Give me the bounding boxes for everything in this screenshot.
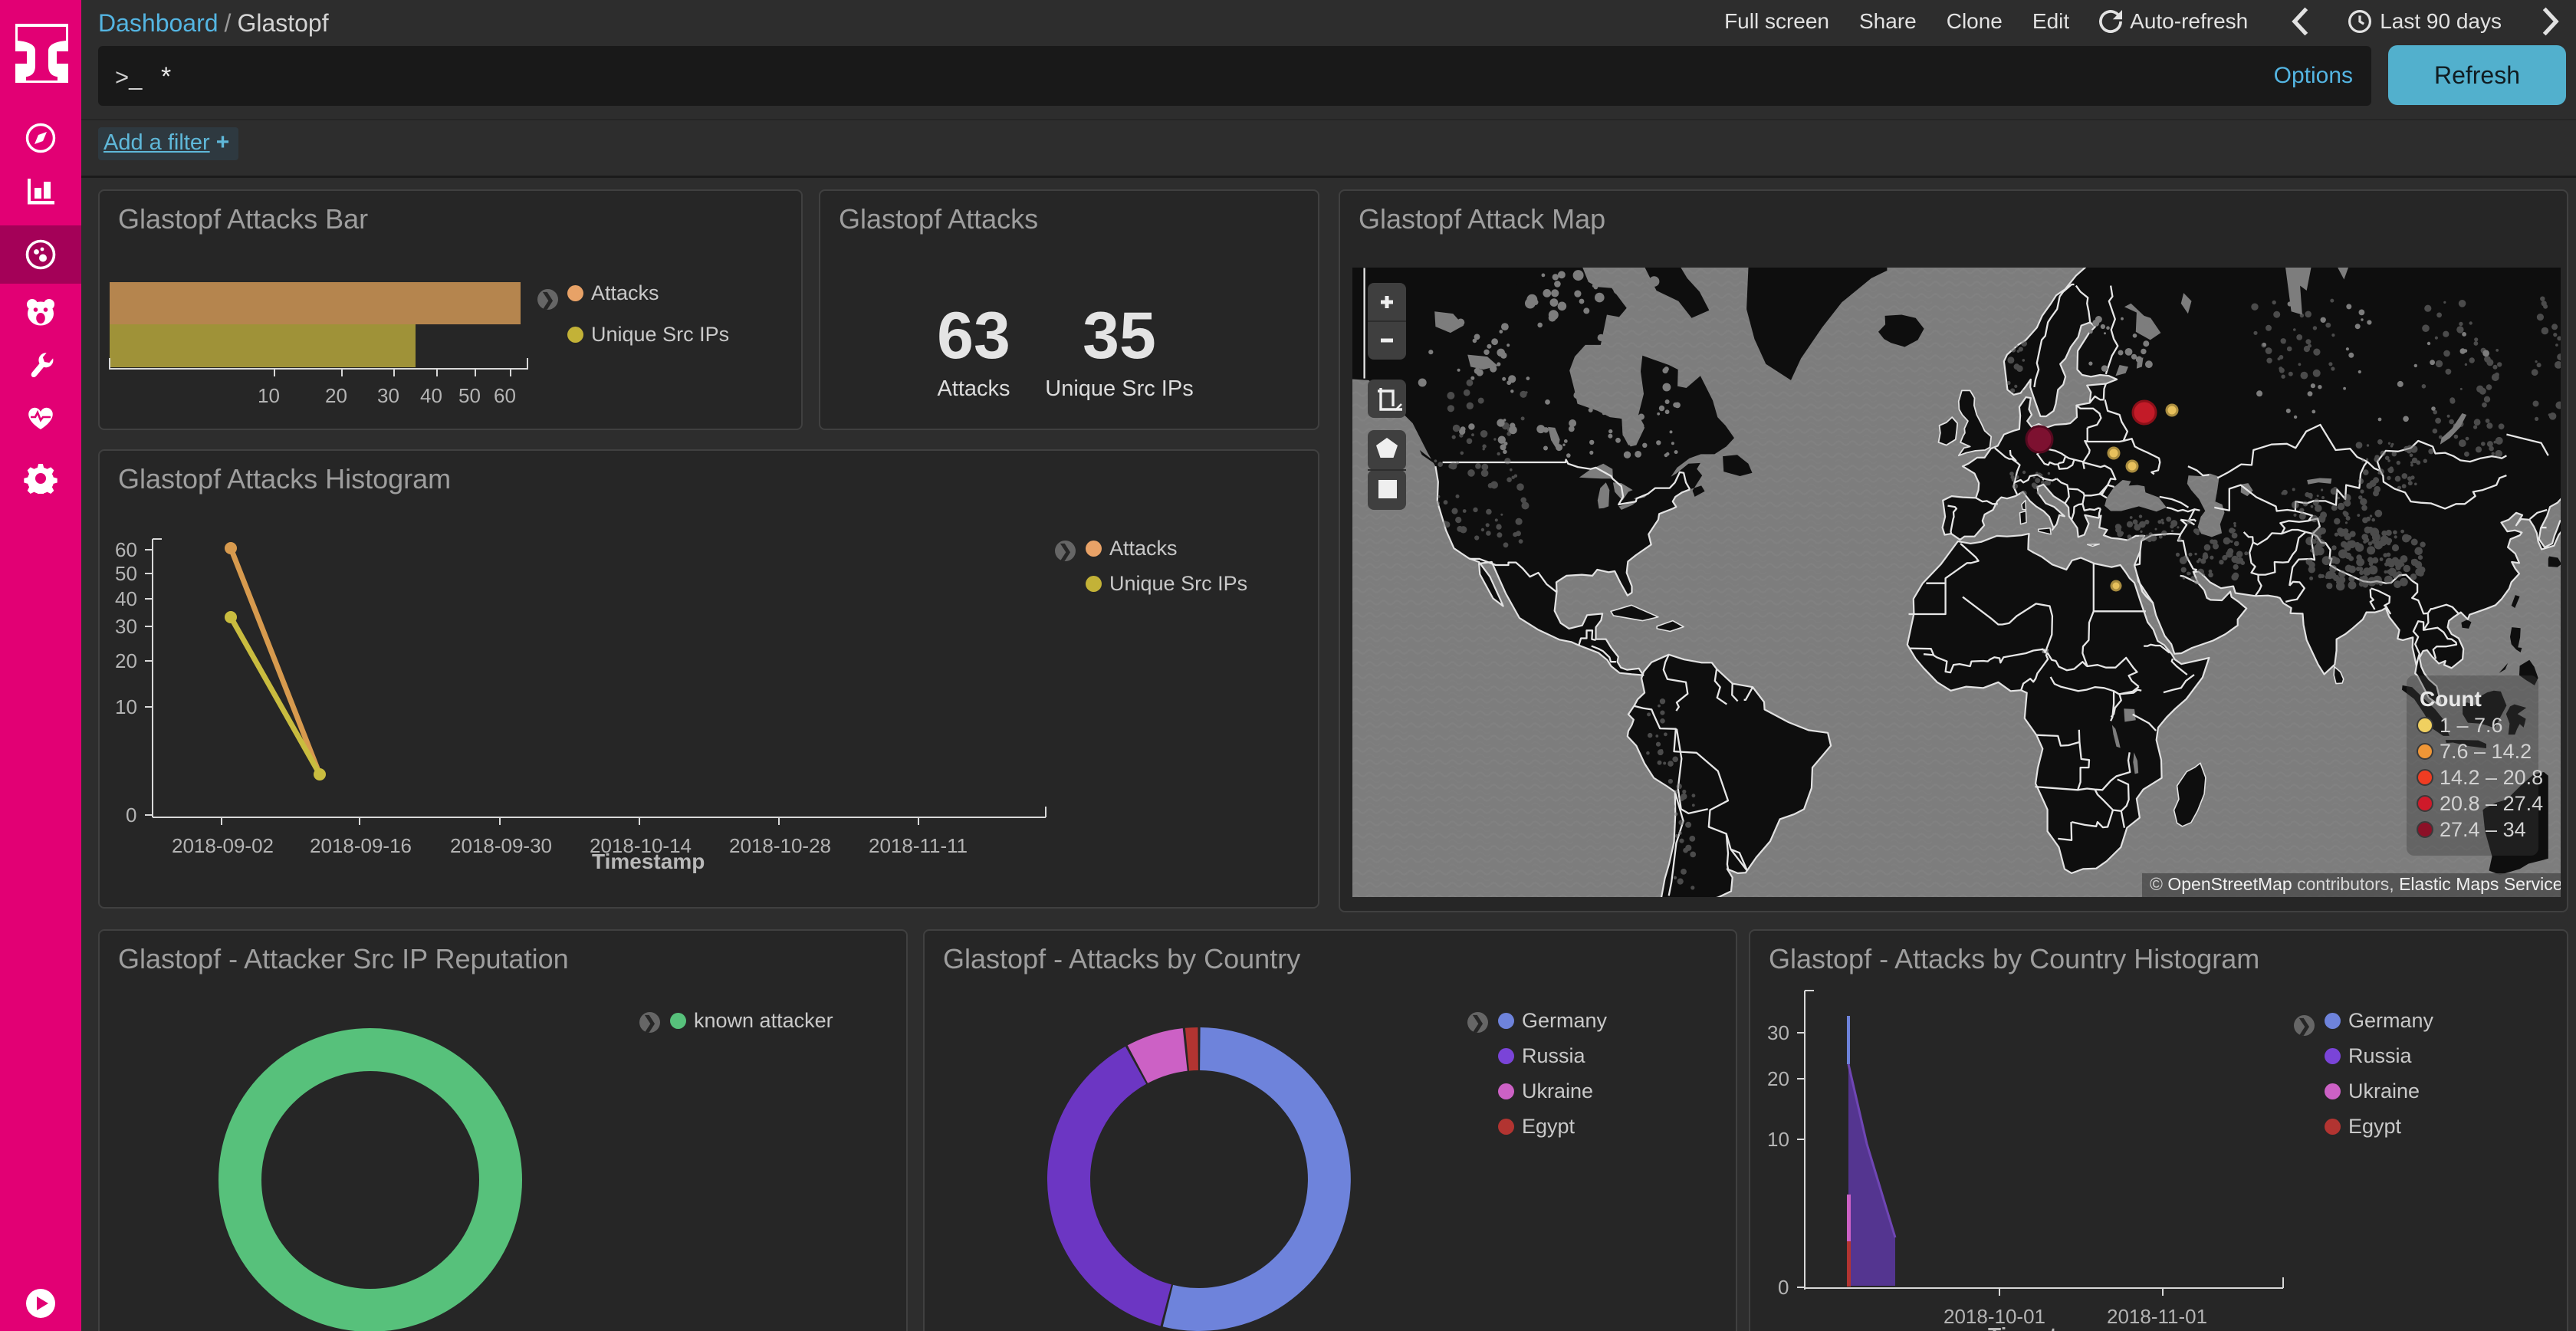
svg-text:20.8 – 27.4: 20.8 – 27.4 xyxy=(2440,792,2543,815)
svg-text:27.4 – 34: 27.4 – 34 xyxy=(2440,818,2526,841)
svg-text:© OpenStreetMap contributors,: © OpenStreetMap contributors, Elastic Ma… xyxy=(2150,874,2561,894)
svg-text:1 – 7.6: 1 – 7.6 xyxy=(2440,714,2503,737)
svg-text:14.2 – 20.8: 14.2 – 20.8 xyxy=(2440,766,2543,789)
svg-text:7.6 – 14.2: 7.6 – 14.2 xyxy=(2440,740,2532,763)
svg-text:Count: Count xyxy=(2420,687,2482,711)
